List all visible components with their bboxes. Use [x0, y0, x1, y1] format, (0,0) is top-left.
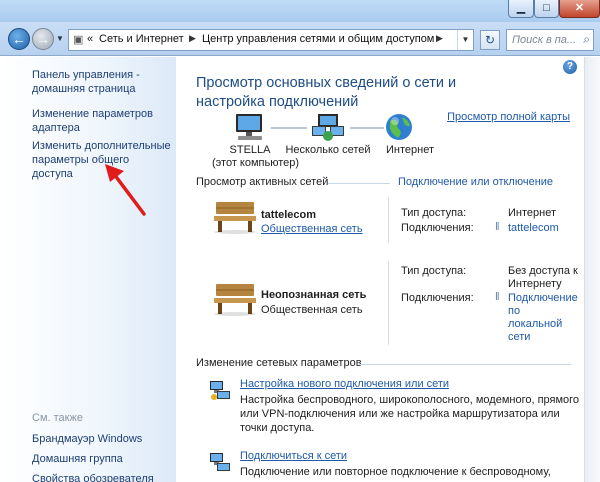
- connect-disconnect-link[interactable]: Подключение или отключение: [398, 176, 553, 188]
- close-button[interactable]: ✕: [559, 0, 600, 18]
- search-icon[interactable]: ⌕: [583, 32, 590, 47]
- node-multiple-networks: Несколько сетей: [285, 144, 371, 156]
- back-arrow-icon: ←: [12, 31, 26, 47]
- column-divider: [388, 197, 389, 243]
- task-pane: Панель управления - домашняя страница Из…: [0, 57, 176, 482]
- annotation-arrow: [105, 164, 146, 216]
- change-settings-heading: Изменение сетевых параметров: [196, 357, 362, 369]
- view-full-map-link[interactable]: Просмотр полной карты: [447, 111, 570, 123]
- breadcrumb-root[interactable]: «: [87, 33, 93, 45]
- forward-arrow-icon: →: [36, 31, 50, 47]
- back-button[interactable]: ←: [8, 28, 30, 50]
- help-icon[interactable]: ?: [563, 60, 577, 74]
- main-content: Просмотр основных сведений о сети и наст…: [176, 57, 584, 482]
- access-type-label: Тип доступа:: [401, 207, 467, 219]
- see-also-heading: См. также: [32, 412, 83, 424]
- network-name: Неопознанная сеть: [261, 289, 367, 301]
- bench-icon: [214, 202, 256, 234]
- wireless-connection-icon: ǁ: [495, 221, 500, 233]
- sidebar-item-change-adapter[interactable]: Изменение параметров адаптера: [32, 107, 172, 135]
- connection-link[interactable]: tattelecom: [508, 222, 559, 235]
- breadcrumb-separator-icon[interactable]: ▶: [436, 33, 443, 44]
- breadcrumb-separator-icon[interactable]: ▶: [189, 33, 196, 44]
- task-setup-connection-desc: Настройка беспроводного, широкополосного…: [240, 394, 580, 434]
- network-category-link[interactable]: Общественная сеть: [261, 223, 363, 235]
- breadcrumb-network-internet[interactable]: Сеть и Интернет: [99, 33, 184, 45]
- sidebar-item-firewall[interactable]: Брандмауэр Windows: [32, 432, 172, 446]
- task-connect-network-link[interactable]: Подключиться к сети: [240, 450, 347, 462]
- node-computer-name: STELLA: [229, 144, 271, 156]
- network-name: tattelecom: [261, 209, 317, 221]
- new-connection-icon: [210, 381, 230, 400]
- sidebar-item-internet-options[interactable]: Свойства обозревателя: [32, 472, 172, 482]
- search-placeholder: Поиск в па...: [512, 34, 577, 46]
- section-divider: [359, 364, 571, 365]
- task-setup-connection-link[interactable]: Настройка нового подключения или сети: [240, 378, 449, 390]
- breadcrumb-network-center[interactable]: Центр управления сетями и общим доступом: [202, 33, 434, 45]
- access-type-value: Интернет: [508, 207, 556, 219]
- task-connect-network-desc: Подключение или повторное подключение к …: [240, 466, 551, 478]
- address-dropdown-icon[interactable]: ▼: [457, 30, 473, 50]
- network-category: Общественная сеть: [261, 304, 363, 316]
- search-input[interactable]: Поиск в па... ⌕: [506, 29, 594, 51]
- address-bar[interactable]: ▣ « Сеть и Интернет ▶ Центр управления с…: [68, 29, 474, 51]
- section-divider: [328, 183, 390, 184]
- connection-link[interactable]: Подключение по локальной сети: [508, 292, 578, 344]
- navigation-bar: ← → ▼ ▣ « Сеть и Интернет ▶ Центр управл…: [0, 22, 600, 56]
- bench-icon: [214, 284, 256, 316]
- access-type-label: Тип доступа:: [401, 265, 467, 277]
- connections-label: Подключения:: [401, 222, 474, 234]
- map-connection-line: [271, 127, 307, 129]
- maximize-button[interactable]: □: [534, 0, 559, 18]
- active-networks-heading: Просмотр активных сетей: [196, 176, 329, 188]
- wired-connection-icon: ǁ: [495, 291, 500, 303]
- page-title: Просмотр основных сведений о сети и наст…: [196, 75, 457, 110]
- access-type-value: Без доступа к Интернету: [508, 265, 578, 290]
- connect-network-icon: [210, 453, 230, 471]
- computer-icon: [236, 114, 262, 140]
- network-crumb-icon: ▣: [73, 34, 84, 46]
- sidebar-item-control-panel-home[interactable]: Панель управления - домашняя страница: [32, 68, 172, 96]
- map-connection-line: [350, 127, 384, 129]
- forward-button[interactable]: →: [32, 28, 54, 50]
- connections-label: Подключения:: [401, 292, 474, 304]
- column-divider: [388, 261, 389, 345]
- refresh-button[interactable]: ↻: [480, 30, 500, 50]
- minimize-button[interactable]: ▁: [508, 0, 534, 18]
- globe-icon: [386, 114, 412, 140]
- node-internet: Интернет: [386, 144, 434, 156]
- node-computer-sub: (этот компьютер): [212, 157, 300, 169]
- sidebar-item-homegroup[interactable]: Домашняя группа: [32, 452, 172, 466]
- window-title-bar: ▁ □ ✕: [0, 0, 600, 22]
- multiple-networks-icon: [312, 114, 344, 141]
- recent-pages-dropdown[interactable]: ▼: [56, 32, 66, 46]
- vertical-scrollbar[interactable]: [584, 57, 600, 482]
